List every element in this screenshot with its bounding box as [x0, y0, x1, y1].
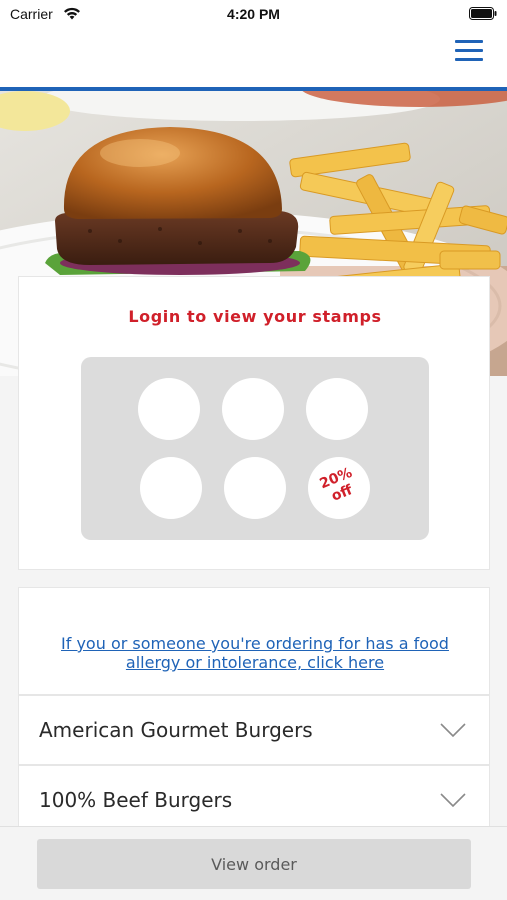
category-row-american-gourmet-burgers[interactable]: American Gourmet Burgers [18, 695, 490, 765]
stamp-slot-2 [222, 378, 284, 440]
stamp-slot-reward: 20% off [308, 457, 370, 519]
bottom-bar: View order [0, 826, 507, 900]
status-bar: Carrier 4:20 PM [0, 0, 507, 28]
hamburger-menu-icon[interactable] [455, 40, 483, 66]
allergy-info-link[interactable]: If you or someone you're ordering for ha… [41, 634, 469, 672]
chevron-down-icon [440, 723, 466, 738]
stamp-card: Login to view your stamps 20% off [18, 276, 490, 570]
stamp-slot-4 [140, 457, 202, 519]
chevron-down-icon [440, 793, 466, 808]
status-time: 4:20 PM [227, 6, 280, 22]
category-label: 100% Beef Burgers [39, 788, 233, 812]
stamp-slot-1 [138, 378, 200, 440]
stamp-login-prompt[interactable]: Login to view your stamps [19, 307, 491, 326]
battery-icon [469, 7, 497, 20]
category-label: American Gourmet Burgers [39, 718, 313, 742]
reward-label: 20% off [317, 464, 355, 505]
stamp-slot-5 [224, 457, 286, 519]
stamp-slot-3 [306, 378, 368, 440]
allergy-card: If you or someone you're ordering for ha… [18, 587, 490, 695]
category-row-beef-burgers[interactable]: 100% Beef Burgers [18, 765, 490, 835]
view-order-button[interactable]: View order [37, 839, 471, 889]
stamp-grid: 20% off [81, 357, 429, 540]
app-header [0, 28, 507, 87]
